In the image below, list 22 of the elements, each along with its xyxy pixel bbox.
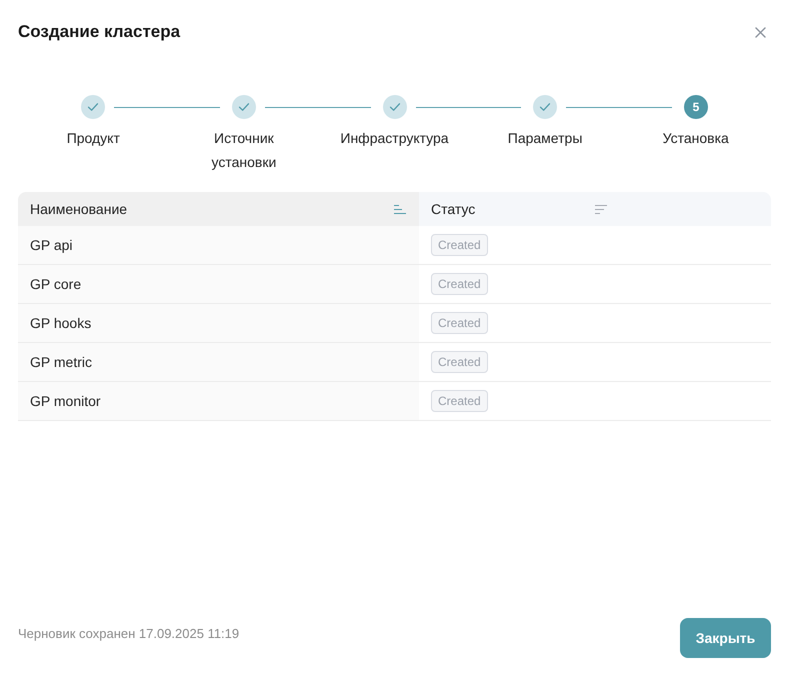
- step-label: Инфраструктура: [340, 129, 449, 148]
- column-title[interactable]: Статус: [431, 198, 476, 220]
- table-cell: GP hooks: [18, 304, 419, 343]
- status-badge: Created: [431, 351, 488, 373]
- dialog-title: Создание кластера: [18, 21, 180, 44]
- step-label: Параметры: [508, 129, 582, 148]
- status-badge: Created: [431, 234, 488, 256]
- step-number: 5: [684, 95, 708, 119]
- step-label: Продукт: [66, 129, 120, 148]
- draft-saved-text: Черновик сохранен 17.09.2025 11:19: [18, 624, 240, 643]
- table-cell: GP core: [18, 265, 419, 304]
- status-badge: Created: [431, 390, 488, 412]
- column-title[interactable]: Наименование: [30, 198, 128, 220]
- table-cell: GP monitor: [18, 382, 419, 421]
- step-label: Установка: [662, 129, 729, 148]
- status-badge: Created: [431, 273, 488, 295]
- sort-icon[interactable]: [394, 204, 406, 214]
- table-cell: GP api: [18, 226, 419, 265]
- table-cell: GP metric: [18, 343, 419, 382]
- step-label: Источник установки: [210, 129, 278, 172]
- status-badge: Created: [431, 312, 488, 334]
- sort-icon[interactable]: [595, 204, 607, 214]
